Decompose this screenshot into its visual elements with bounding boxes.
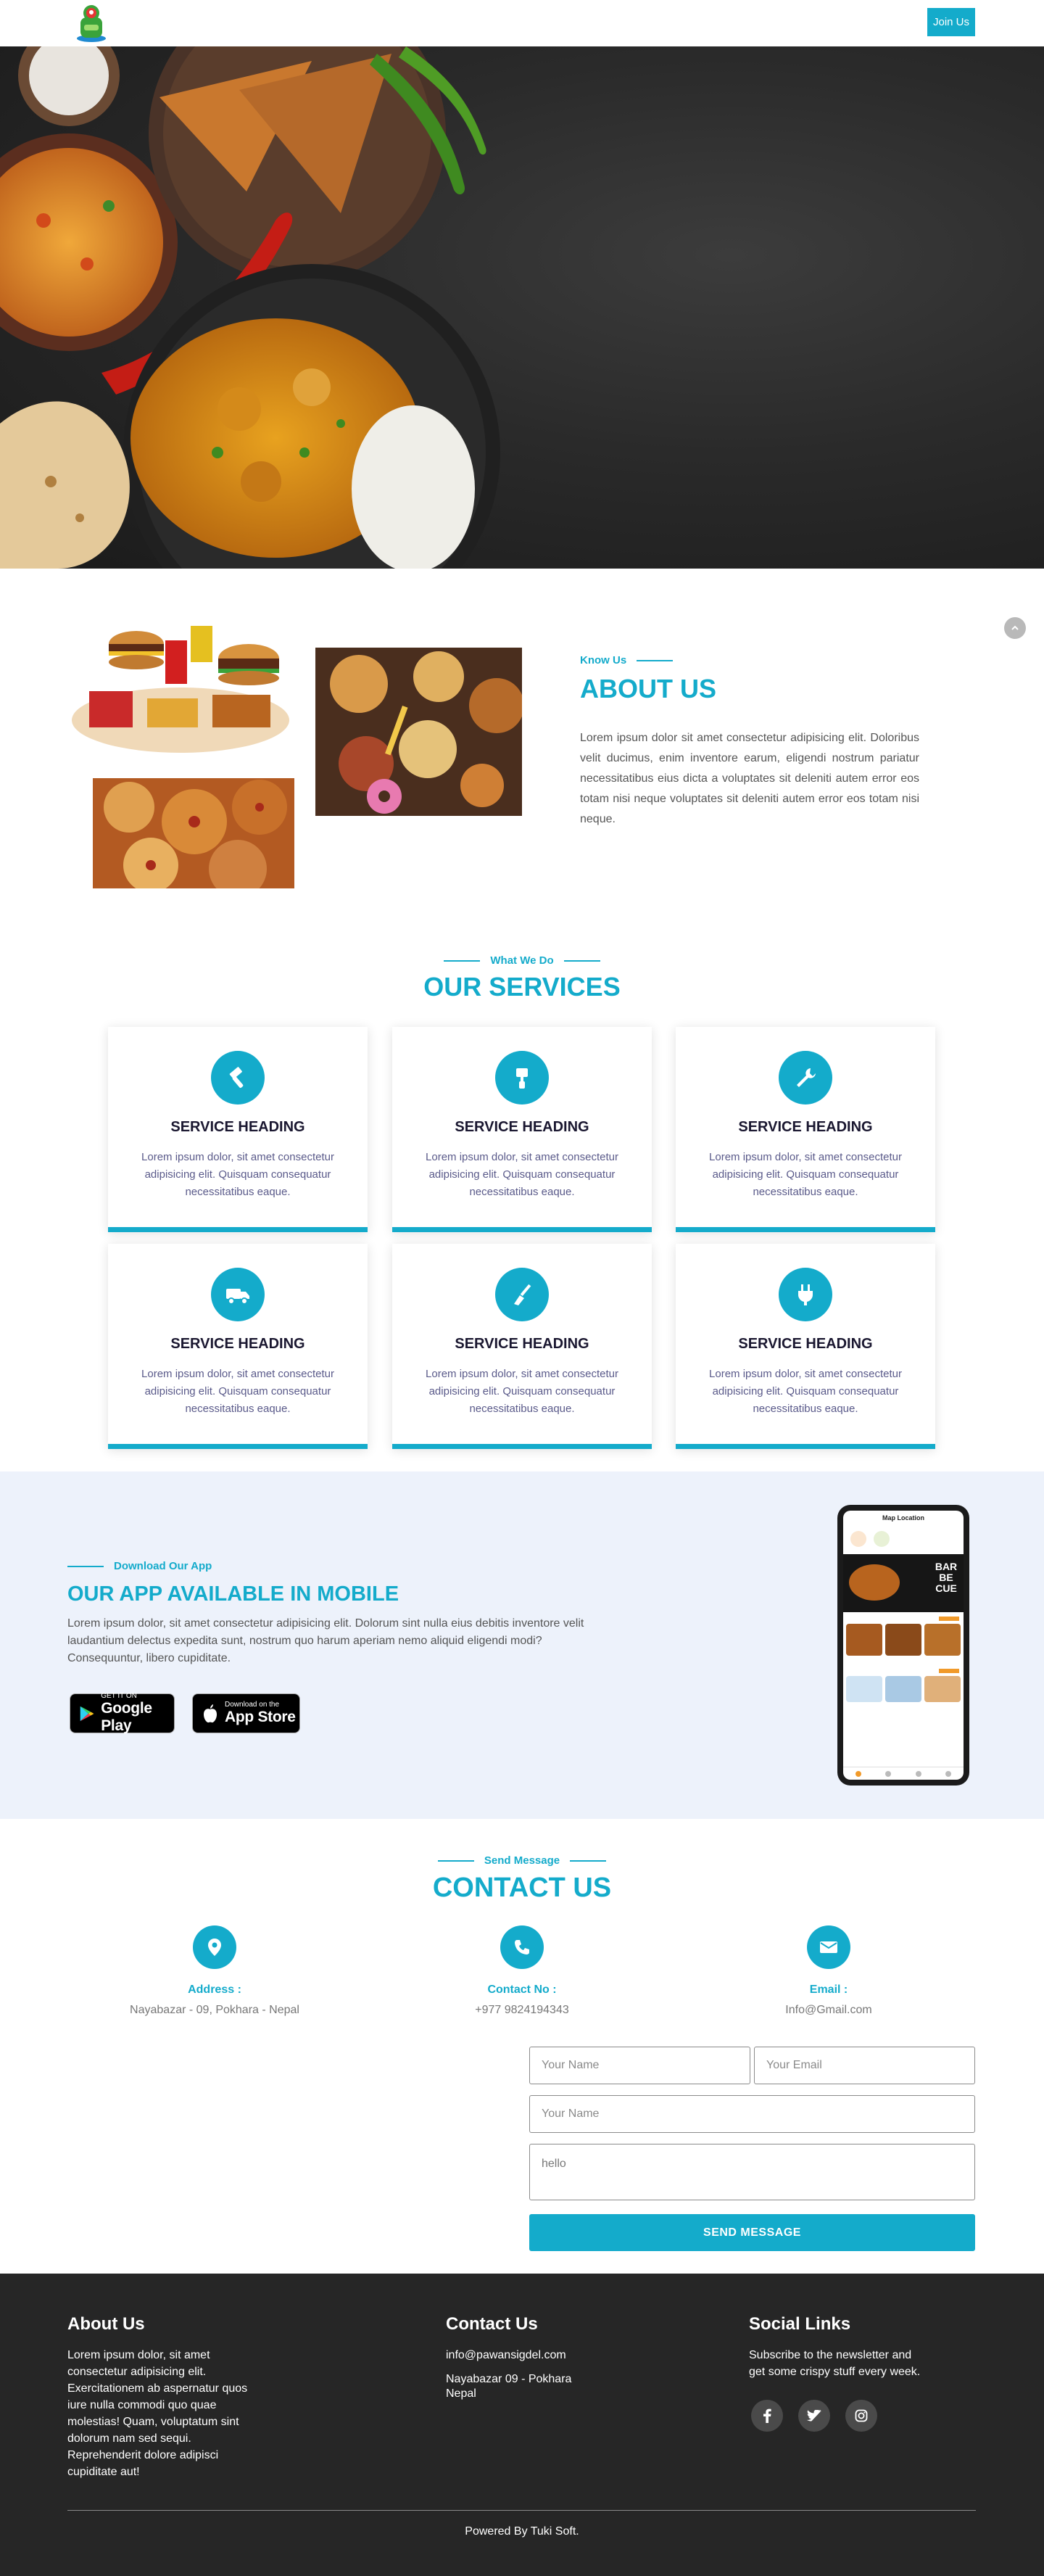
footer-contact-heading: Contact Us — [446, 2314, 538, 2334]
broom-icon — [495, 1268, 549, 1321]
service-card: SERVICE HEADING Lorem ipsum dolor, sit a… — [108, 1027, 368, 1232]
navbar: Join Us — [0, 0, 1044, 46]
service-card: SERVICE HEADING Lorem ipsum dolor, sit a… — [676, 1244, 935, 1449]
hammer-icon — [211, 1051, 265, 1105]
envelope-icon — [807, 1925, 850, 1969]
kicker-line — [564, 959, 600, 962]
about-image-donuts — [315, 648, 522, 816]
contact-no-value: +977 9824194343 — [475, 2004, 569, 2016]
service-card: SERVICE HEADING Lorem ipsum dolor, sit a… — [392, 1244, 652, 1449]
hero-banner — [0, 46, 1044, 569]
twitter-icon[interactable] — [798, 2400, 830, 2432]
about-image-burgers — [67, 611, 294, 760]
name-input-secondary[interactable] — [529, 2095, 975, 2133]
kicker-line — [67, 1565, 104, 1567]
name-input[interactable] — [529, 2047, 750, 2084]
phone-header: Map Location — [882, 1514, 924, 1522]
footer-contact-address: Nayabazar 09 - Pokhara Nepal — [446, 2373, 572, 2400]
email-input[interactable] — [754, 2047, 975, 2084]
phone-banner: BAR BE CUE — [843, 1554, 964, 1612]
truck-icon — [211, 1268, 265, 1321]
kicker-line — [637, 659, 674, 661]
services-kicker: What We Do — [444, 954, 600, 967]
message-textarea[interactable]: hello — [529, 2144, 975, 2200]
plug-icon — [779, 1268, 832, 1321]
logo[interactable] — [75, 3, 108, 42]
phone-icon — [500, 1925, 544, 1969]
app-text: Lorem ipsum dolor, sit amet consectetur … — [67, 1617, 584, 1664]
google-play-badge[interactable]: GET IT ON Google Play — [70, 1692, 175, 1734]
instagram-icon[interactable] — [845, 2400, 877, 2432]
phone-screen: Map Location BAR BE CUE — [843, 1511, 964, 1780]
app-title: OUR APP AVAILABLE IN MOBILE — [67, 1582, 399, 1606]
about-title: ABOUT US — [580, 674, 716, 703]
facebook-icon[interactable] — [751, 2400, 783, 2432]
send-message-button[interactable]: SEND MESSAGE — [529, 2214, 975, 2251]
footer-about-heading: About Us — [67, 2314, 145, 2334]
footer-contact-email[interactable]: info@pawansigdel.com — [446, 2347, 605, 2364]
contact-no-label: Contact No : — [487, 1983, 557, 1996]
email-label: Email : — [809, 1983, 848, 1996]
join-us-button[interactable]: Join Us — [927, 8, 975, 36]
kicker-line — [570, 1859, 606, 1862]
address-value: Nayabazar - 09, Pokhara - Nepal — [130, 2004, 299, 2016]
apple-icon — [204, 1704, 217, 1722]
kicker-line — [438, 1859, 474, 1862]
footer-divider — [67, 2510, 976, 2511]
services-title: OUR SERVICES — [423, 972, 621, 1002]
service-card: SERVICE HEADING Lorem ipsum dolor, sit a… — [392, 1027, 652, 1232]
service-card: SERVICE HEADING Lorem ipsum dolor, sit a… — [108, 1244, 368, 1449]
about-image-pizza — [93, 778, 294, 888]
about-kicker: Know Us — [580, 654, 674, 666]
wrench-icon — [779, 1051, 832, 1105]
hero-food-image — [0, 46, 500, 569]
powered-by-text: Powered By Tuki Soft. — [465, 2525, 579, 2538]
footer-social-text: Subscribe to the newsletter and get some… — [749, 2349, 921, 2378]
address-label: Address : — [188, 1983, 241, 1996]
phone-mockup: Map Location BAR BE CUE — [837, 1505, 969, 1786]
email-value: Info@Gmail.com — [785, 2004, 872, 2016]
app-kicker: Download Our App — [67, 1560, 212, 1572]
service-card: SERVICE HEADING Lorem ipsum dolor, sit a… — [676, 1027, 935, 1232]
chevron-up-icon — [1011, 625, 1019, 630]
location-pin-icon — [193, 1925, 236, 1969]
footer-social-heading: Social Links — [749, 2314, 851, 2334]
scroll-to-top-button[interactable] — [1004, 617, 1026, 639]
kicker-line — [444, 959, 480, 962]
app-store-badge[interactable]: Download on the App Store — [192, 1693, 300, 1733]
contact-kicker: Send Message — [438, 1854, 606, 1867]
contact-title: CONTACT US — [432, 1873, 612, 1903]
paint-roller-icon — [495, 1051, 549, 1105]
footer-about-text: Lorem ipsum dolor, sit amet consectetur … — [67, 2349, 248, 2478]
google-play-icon — [80, 1706, 94, 1721]
about-text: Lorem ipsum dolor sit amet consectetur a… — [580, 732, 919, 825]
